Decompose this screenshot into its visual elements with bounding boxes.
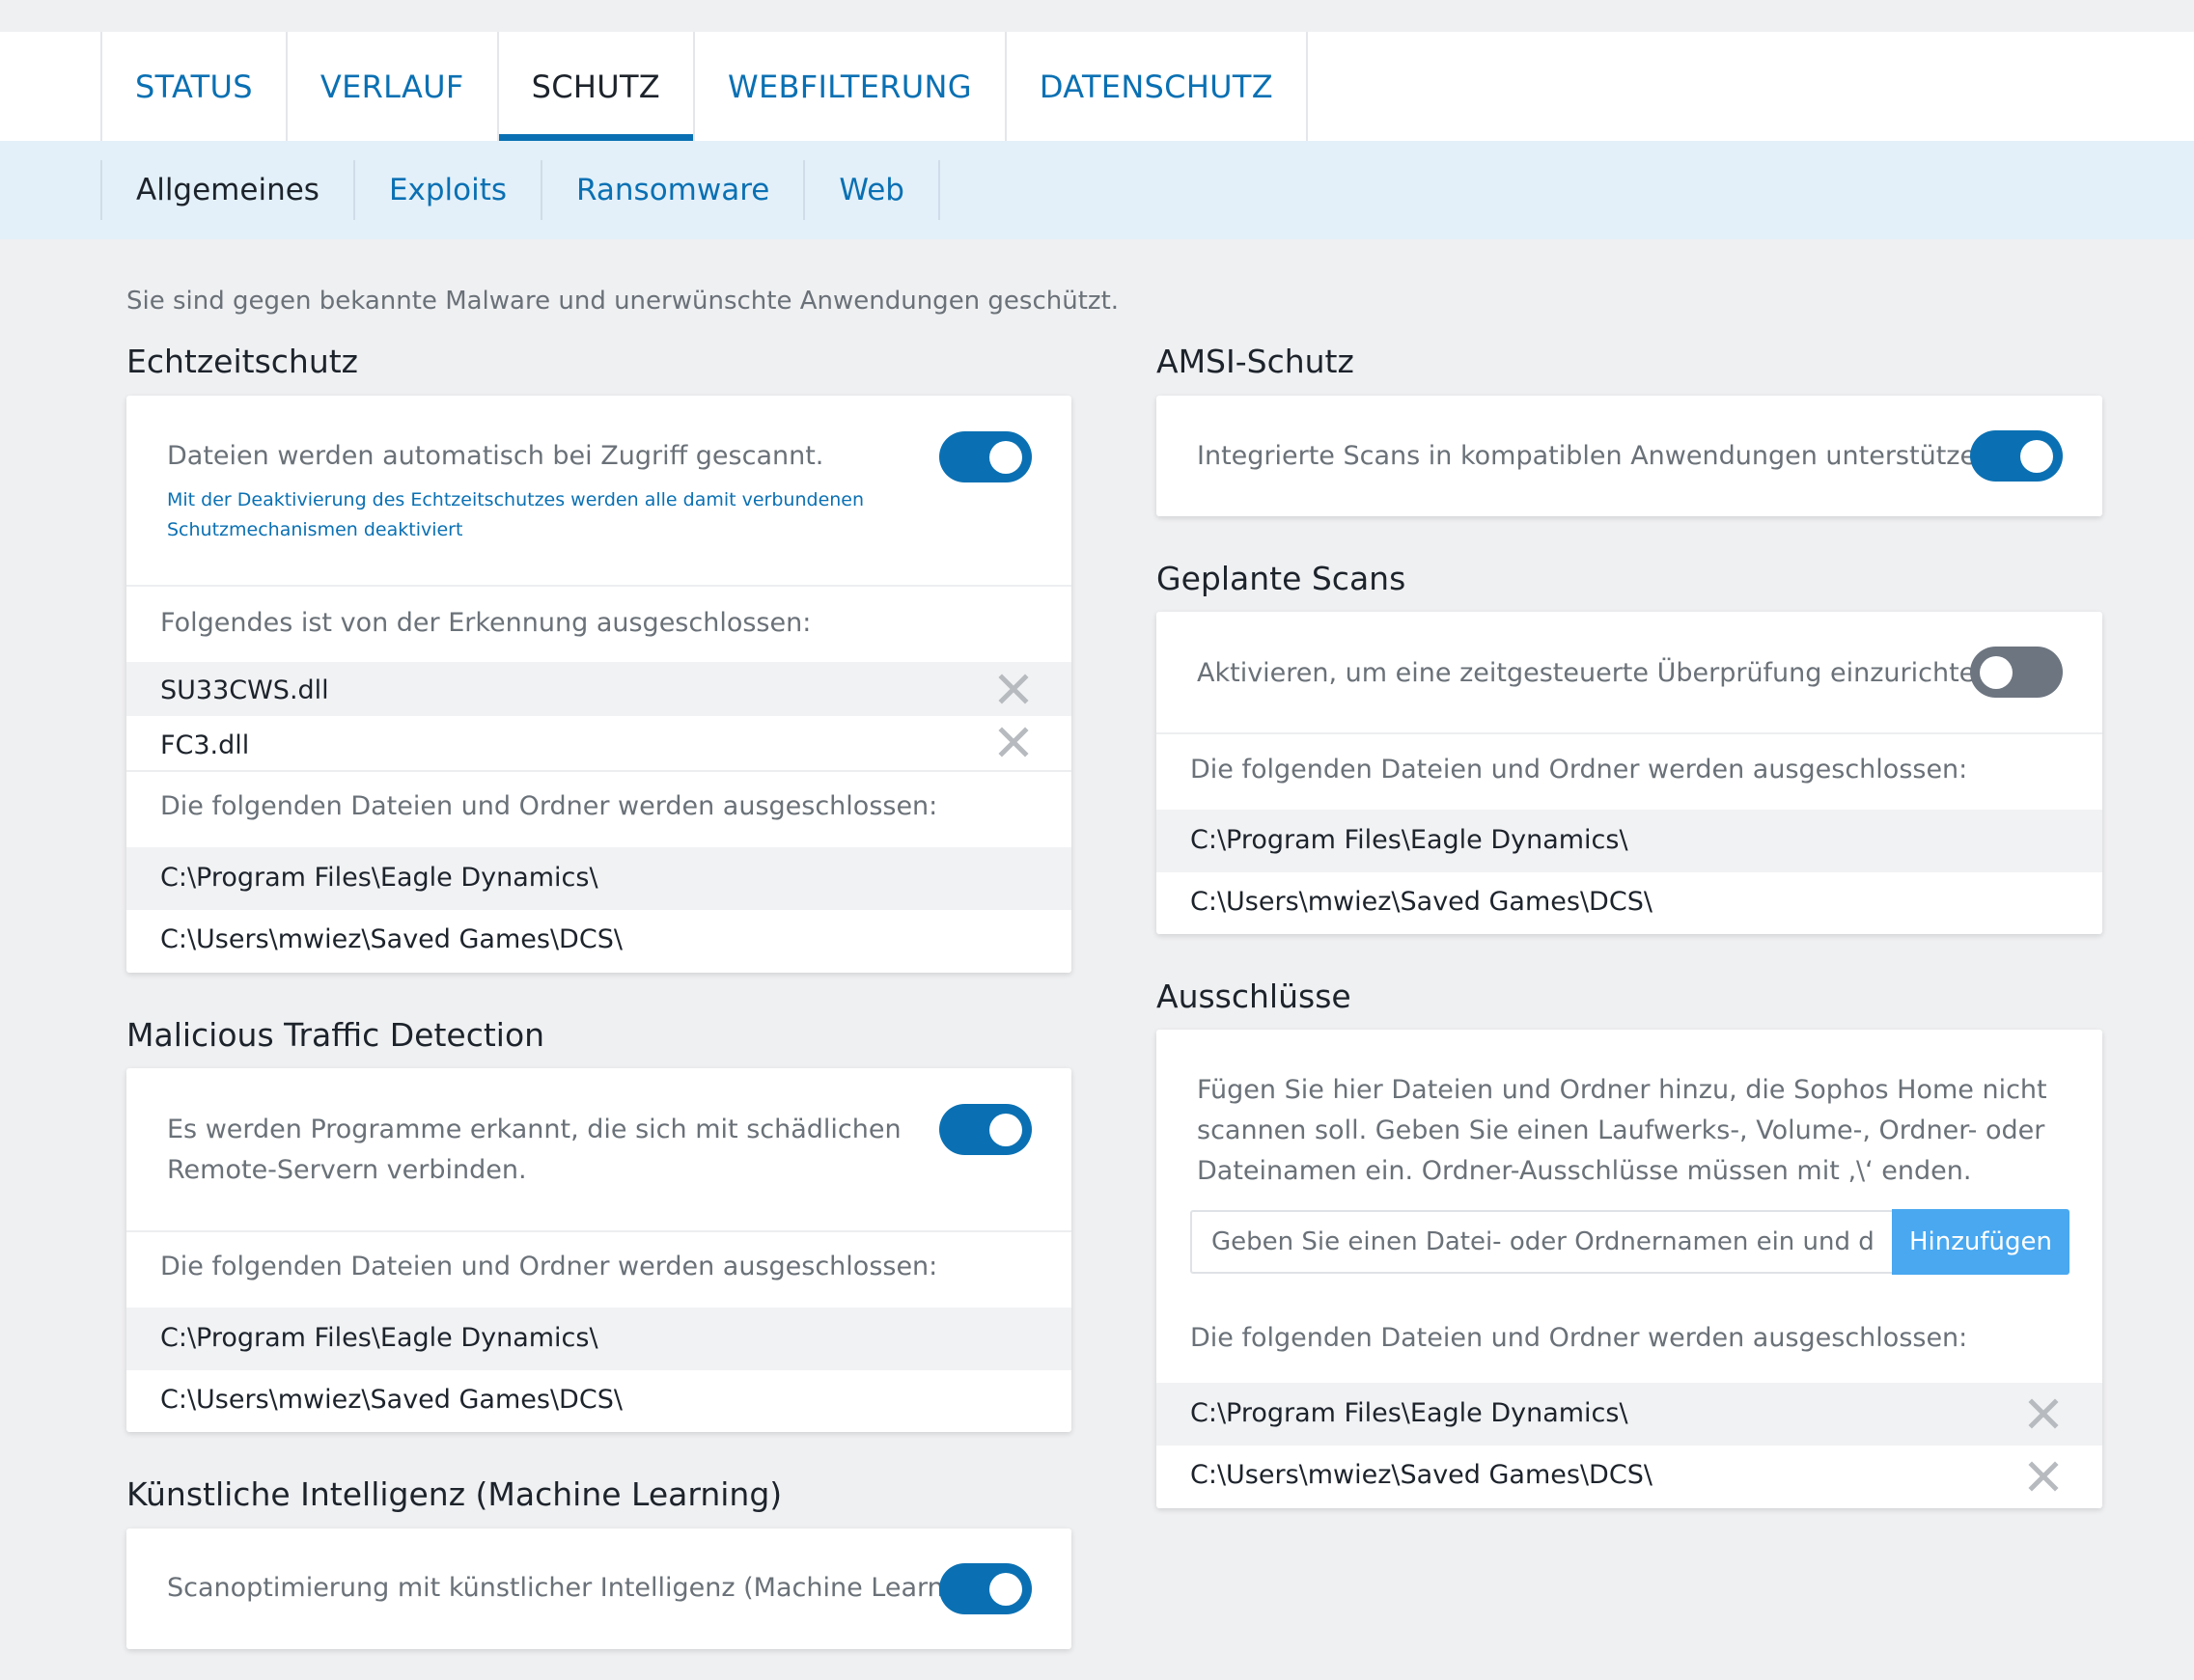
exclusions-help-line1: Fügen Sie hier Dateien und Ordner hinzu,… xyxy=(1197,1075,2047,1105)
file-exclusion-row: C:\Program Files\Eagle Dynamics\ xyxy=(1156,810,2102,872)
toggle-knob xyxy=(2020,440,2053,473)
file-exclusion-path: C:\Program Files\Eagle Dynamics\ xyxy=(160,863,598,893)
file-exclusions-header: Die folgenden Dateien und Ordner werden … xyxy=(126,770,1071,847)
file-exclusions-header: Die folgenden Dateien und Ordner werden … xyxy=(126,1230,1071,1308)
scheduled-scans-card: Aktivieren, um eine zeitgesteuerte Überp… xyxy=(1156,612,2102,934)
toggle-knob xyxy=(989,441,1022,474)
close-x-icon[interactable] xyxy=(998,727,1029,757)
echtzeitschutz-warning-line1: Mit der Deaktivierung des Echtzeitschutz… xyxy=(167,489,865,510)
file-exclusion-row: C:\Users\mwiez\Saved Games\DCS\ xyxy=(126,910,1071,973)
traffic-detection-description-line2: Remote-Servern verbinden. xyxy=(167,1155,527,1185)
machine-learning-toggle[interactable] xyxy=(939,1563,1032,1614)
file-exclusions-label: Die folgenden Dateien und Ordner werden … xyxy=(1190,1323,1968,1353)
machine-learning-card: Scanoptimierung mit künstlicher Intellig… xyxy=(126,1529,1071,1649)
file-exclusion-row: C:\Program Files\Eagle Dynamics\ xyxy=(1156,1383,2102,1446)
subtab-web[interactable]: Web xyxy=(805,160,940,220)
detection-exclusion-name: FC3.dll xyxy=(160,730,250,760)
tab-datenschutz[interactable]: DATENSCHUTZ xyxy=(1007,32,1308,141)
file-exclusion-path: C:\Program Files\Eagle Dynamics\ xyxy=(1190,825,1628,855)
scheduled-scans-title: Geplante Scans xyxy=(1156,560,1406,597)
file-exclusion-row: C:\Users\mwiez\Saved Games\DCS\ xyxy=(1156,1446,2102,1508)
echtzeitschutz-toggle[interactable] xyxy=(939,431,1032,482)
add-exclusion-button[interactable]: Hinzufügen xyxy=(1892,1209,2069,1275)
file-exclusions-label: Die folgenden Dateien und Ordner werden … xyxy=(160,791,938,821)
file-exclusions-header: Die folgenden Dateien und Ordner werden … xyxy=(1156,732,2102,810)
file-exclusions-label: Die folgenden Dateien und Ordner werden … xyxy=(160,1252,938,1281)
exclusions-help-line3: Dateinamen ein. Ordner-Ausschlüsse müsse… xyxy=(1197,1156,1972,1186)
exclusion-path-input[interactable] xyxy=(1190,1210,1892,1274)
tab-verlauf[interactable]: VERLAUF xyxy=(288,32,499,141)
echtzeitschutz-header: Dateien werden automatisch bei Zugriff g… xyxy=(126,396,1071,585)
subtab-exploits[interactable]: Exploits xyxy=(355,160,543,220)
traffic-detection-card: Es werden Programme erkannt, die sich mi… xyxy=(126,1068,1071,1432)
toggle-knob xyxy=(1980,656,2013,689)
file-exclusion-path: C:\Program Files\Eagle Dynamics\ xyxy=(1190,1398,1628,1428)
detection-exclusion-row: FC3.dll xyxy=(126,716,1071,770)
traffic-detection-header: Es werden Programme erkannt, die sich mi… xyxy=(126,1068,1071,1230)
subtab-allgemeines[interactable]: Allgemeines xyxy=(102,160,355,220)
amsi-description: Integrierte Scans in kompatiblen Anwendu… xyxy=(1197,441,2001,471)
file-exclusions-label: Die folgenden Dateien und Ordner werden … xyxy=(1190,755,1968,785)
detection-exclusions-label: Folgendes ist von der Erkennung ausgesch… xyxy=(160,608,812,638)
sub-tabs: Allgemeines Exploits Ransomware Web xyxy=(100,160,940,220)
machine-learning-description: Scanoptimierung mit künstlicher Intellig… xyxy=(167,1573,1003,1603)
exclusions-card: Fügen Sie hier Dateien und Ordner hinzu,… xyxy=(1156,1030,2102,1508)
scheduled-scans-toggle[interactable] xyxy=(1970,647,2063,698)
protection-status-text: Sie sind gegen bekannte Malware und uner… xyxy=(126,287,1120,316)
file-exclusion-row: C:\Program Files\Eagle Dynamics\ xyxy=(126,1308,1071,1370)
scheduled-scans-header: Aktivieren, um eine zeitgesteuerte Überp… xyxy=(1156,612,2102,732)
close-x-icon[interactable] xyxy=(2028,1461,2059,1492)
file-exclusion-path: C:\Users\mwiez\Saved Games\DCS\ xyxy=(1190,1460,1652,1490)
close-x-icon[interactable] xyxy=(2028,1398,2059,1429)
detection-exclusion-name: SU33CWS.dll xyxy=(160,675,329,705)
detection-exclusions-header: Folgendes ist von der Erkennung ausgesch… xyxy=(126,585,1071,662)
traffic-detection-title: Malicious Traffic Detection xyxy=(126,1016,545,1054)
tab-schutz[interactable]: SCHUTZ xyxy=(498,32,696,141)
file-exclusion-row: C:\Users\mwiez\Saved Games\DCS\ xyxy=(1156,872,2102,934)
echtzeitschutz-card: Dateien werden automatisch bei Zugriff g… xyxy=(126,396,1071,973)
exclusions-help-line2: scannen soll. Geben Sie einen Laufwerks-… xyxy=(1197,1115,2045,1145)
close-x-icon[interactable] xyxy=(998,674,1029,704)
echtzeitschutz-warning-line2: Schutzmechanismen deaktiviert xyxy=(167,519,463,540)
exclusions-title: Ausschlüsse xyxy=(1156,978,1351,1015)
file-exclusion-path: C:\Users\mwiez\Saved Games\DCS\ xyxy=(1190,887,1652,917)
detection-exclusion-row: SU33CWS.dll xyxy=(126,662,1071,716)
traffic-detection-description-line1: Es werden Programme erkannt, die sich mi… xyxy=(167,1115,902,1144)
traffic-detection-toggle[interactable] xyxy=(939,1104,1032,1155)
file-exclusion-path: C:\Users\mwiez\Saved Games\DCS\ xyxy=(160,1385,623,1415)
file-exclusion-row: C:\Program Files\Eagle Dynamics\ xyxy=(126,847,1071,910)
file-exclusion-row: C:\Users\mwiez\Saved Games\DCS\ xyxy=(126,1370,1071,1432)
echtzeitschutz-description: Dateien werden automatisch bei Zugriff g… xyxy=(167,441,824,471)
tab-webfilterung[interactable]: WEBFILTERUNG xyxy=(695,32,1007,141)
file-exclusion-path: C:\Users\mwiez\Saved Games\DCS\ xyxy=(160,924,623,954)
amsi-toggle[interactable] xyxy=(1970,430,2063,482)
tab-status[interactable]: STATUS xyxy=(102,32,288,141)
echtzeitschutz-title: Echtzeitschutz xyxy=(126,343,359,380)
sub-nav-bar: Allgemeines Exploits Ransomware Web xyxy=(0,141,2194,239)
machine-learning-title: Künstliche Intelligenz (Machine Learning… xyxy=(126,1475,783,1513)
amsi-card: Integrierte Scans in kompatiblen Anwendu… xyxy=(1156,396,2102,516)
main-tabs: STATUS VERLAUF SCHUTZ WEBFILTERUNG DATEN… xyxy=(100,32,1308,141)
toggle-knob xyxy=(989,1573,1022,1606)
amsi-title: AMSI-Schutz xyxy=(1156,343,1354,380)
subtab-ransomware[interactable]: Ransomware xyxy=(542,160,806,220)
main-nav-bar: STATUS VERLAUF SCHUTZ WEBFILTERUNG DATEN… xyxy=(0,32,2194,141)
toggle-knob xyxy=(989,1114,1022,1146)
scheduled-scans-description: Aktivieren, um eine zeitgesteuerte Überp… xyxy=(1197,658,2000,688)
file-exclusion-path: C:\Program Files\Eagle Dynamics\ xyxy=(160,1323,598,1353)
